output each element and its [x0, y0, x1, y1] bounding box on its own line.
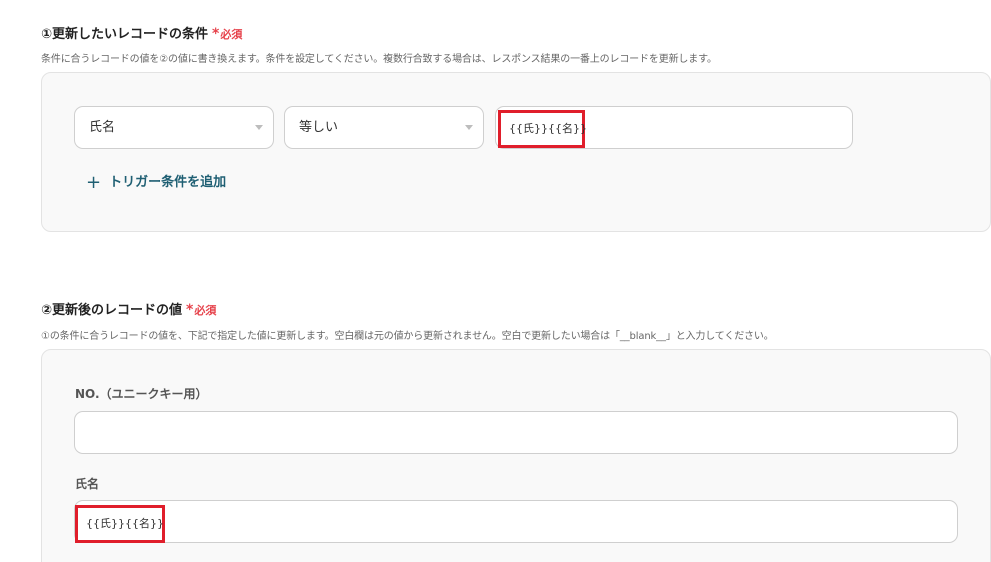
chevron-down-icon: [255, 125, 263, 130]
chevron-down-icon: [465, 125, 473, 130]
condition-field-select[interactable]: 氏名: [74, 106, 274, 149]
field-value-name: {{氏}}{{名}}: [86, 517, 164, 530]
add-trigger-condition-button[interactable]: + トリガー条件を追加: [86, 171, 226, 193]
field-label-name: 氏名: [75, 477, 100, 491]
required-label: 必須: [194, 304, 217, 317]
update-section-title: ②更新後のレコードの値 *必須: [41, 299, 216, 318]
field-input-no[interactable]: [74, 411, 958, 454]
plus-icon: +: [86, 172, 102, 193]
add-trigger-label: トリガー条件を追加: [109, 175, 227, 190]
condition-value-text: {{氏}}{{名}}: [509, 122, 587, 135]
condition-operator-value: 等しい: [299, 120, 339, 135]
required-badge: *必須: [186, 302, 217, 318]
condition-panel: [41, 72, 991, 232]
update-title-text: ②更新後のレコードの値: [41, 303, 183, 318]
condition-value-highlight: {{氏}}{{名}}: [498, 110, 587, 148]
condition-field-value: 氏名: [89, 120, 116, 135]
condition-operator-select[interactable]: 等しい: [284, 106, 484, 149]
field-input-name[interactable]: [74, 500, 958, 543]
condition-section-title: ①更新したいレコードの条件 *必須: [41, 23, 242, 42]
condition-title-text: ①更新したいレコードの条件: [41, 27, 209, 42]
required-star: *: [186, 302, 194, 318]
field-name-highlight: {{氏}}{{名}}: [75, 505, 165, 543]
field-label-no: NO.（ユニークキー用）: [75, 387, 208, 401]
required-star: *: [212, 26, 220, 42]
condition-section-description: 条件に合うレコードの値を②の値に書き換えます。条件を設定してください。複数行合致…: [41, 54, 717, 65]
update-section-description: ①の条件に合うレコードの値を、下記で指定した値に更新します。空白欄は元の値から更…: [41, 331, 774, 342]
required-badge: *必須: [212, 26, 243, 42]
required-label: 必須: [220, 28, 243, 41]
form-page: ①更新したいレコードの条件 *必須 条件に合うレコードの値を②の値に書き換えます。…: [0, 0, 991, 562]
